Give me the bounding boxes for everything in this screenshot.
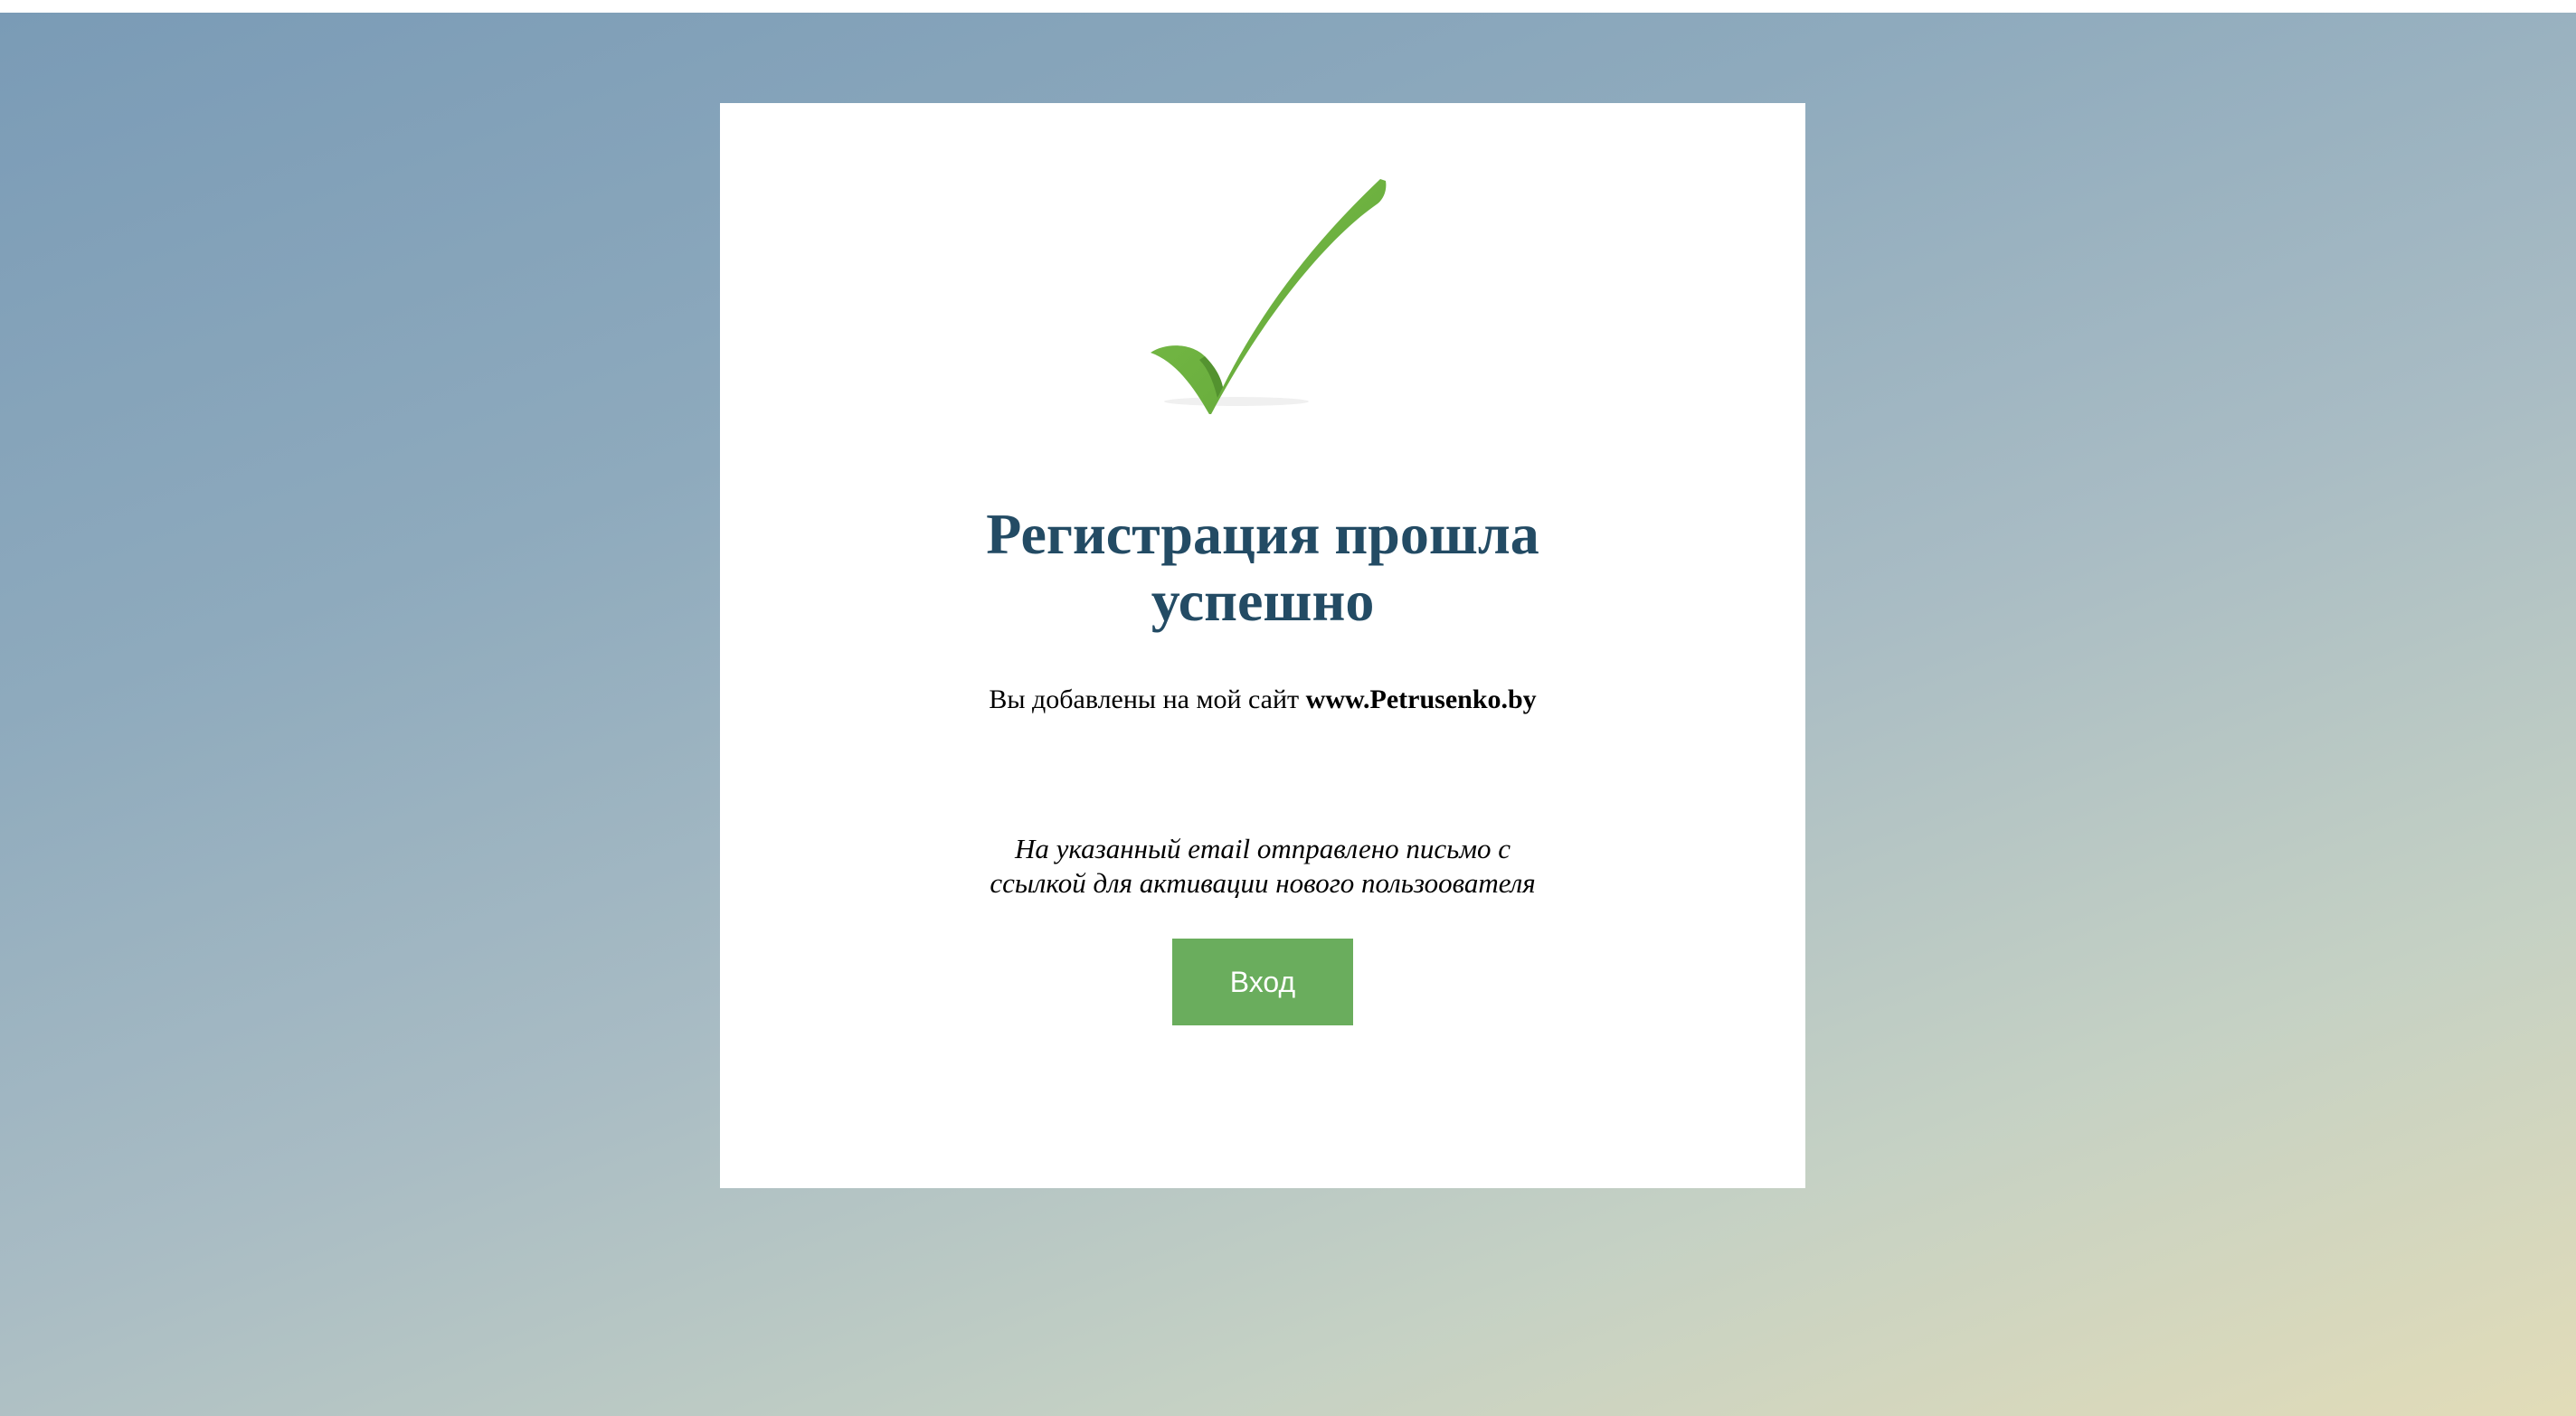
added-message-text: Вы добавлены на мой сайт <box>989 684 1306 714</box>
notice-line-2: ссылкой для активации нового пользоовате… <box>990 867 1536 899</box>
activation-email-notice: На указанный email отправлено письмо с с… <box>720 832 1805 901</box>
checkmark-icon <box>1151 179 1387 414</box>
title-line-2: успешно <box>1151 569 1375 633</box>
title-line-1: Регистрация прошла <box>986 502 1539 566</box>
page-title: Регистрация прошла успешно <box>720 501 1805 635</box>
site-name: www.Petrusenko.by <box>1305 684 1537 714</box>
registration-success-card: Регистрация прошла успешно Вы добавлены … <box>720 103 1805 1188</box>
notice-line-1: На указанный email отправлено письмо с <box>1014 833 1511 864</box>
added-to-site-message: Вы добавлены на мой сайт www.Petrusenko.… <box>720 682 1805 718</box>
login-button[interactable]: Вход <box>1172 939 1353 1025</box>
